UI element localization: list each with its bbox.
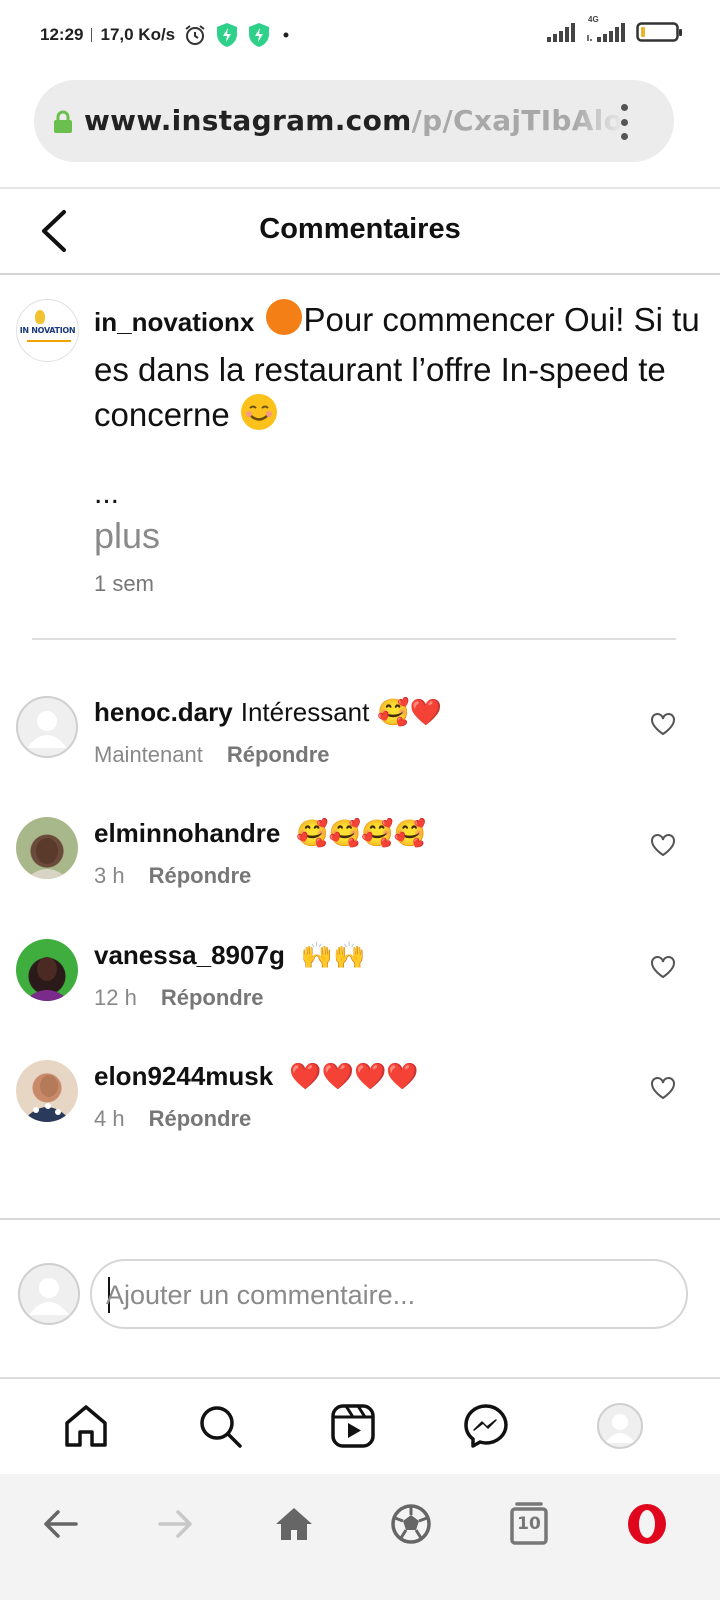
home-icon[interactable] [270, 1500, 318, 1548]
comment-meta: Maintenant Répondre [94, 742, 330, 768]
network-label: 4G [588, 15, 599, 24]
reply-button[interactable]: Répondre [149, 863, 252, 889]
reply-button[interactable]: Répondre [227, 742, 330, 768]
comment-username[interactable]: elon9244musk [94, 1061, 273, 1092]
comment-meta: 3 h Répondre [94, 863, 251, 889]
comment-text: vanessa_8907g 🙌🙌 [94, 940, 366, 971]
divider [0, 1377, 720, 1379]
instagram-bottom-nav [0, 1380, 720, 1472]
divider [0, 273, 720, 275]
status-separator [91, 28, 93, 42]
comment-text: elminnohandre 🥰🥰🥰🥰 [94, 818, 426, 849]
caption-ellipsis: ... [94, 477, 120, 510]
comment-username[interactable]: henoc.dary [94, 697, 233, 728]
signal-icon: 4G [586, 15, 626, 43]
alarm-icon [183, 23, 207, 47]
forward-arrow-icon[interactable] [152, 1500, 200, 1548]
status-left: 12:29 17,0 Ko/s [40, 22, 293, 48]
more-link[interactable]: plus [94, 515, 160, 557]
caption-timestamp: 1 sem [94, 571, 154, 596]
comment-input-container[interactable] [90, 1259, 688, 1329]
heart-icon[interactable] [650, 1076, 676, 1100]
avatar[interactable] [16, 696, 78, 758]
comment-time: 3 h [94, 863, 125, 888]
heart-icon[interactable] [650, 712, 676, 736]
status-right: 4G [546, 15, 684, 44]
heart-icon[interactable] [650, 955, 676, 979]
comment-emojis: 🥰🥰🥰🥰 [296, 818, 426, 848]
smiling-face-icon [239, 392, 279, 443]
profile-tab[interactable] [596, 1402, 644, 1450]
comment-time: 4 h [94, 1106, 125, 1131]
comment-emojis: 🙌🙌 [300, 940, 366, 970]
shield-icon [247, 22, 271, 48]
dot-icon [279, 28, 293, 42]
comment-emojis: ❤️❤️❤️❤️ [289, 1061, 419, 1091]
status-bar: 12:29 17,0 Ko/s 4G [0, 0, 720, 66]
comment-item: elon9244musk ❤️❤️❤️❤️ 4 h Répondre [0, 1060, 720, 1170]
comment-text: henoc.dary Intéressant 🥰❤️ [94, 697, 442, 728]
messenger-icon[interactable] [462, 1402, 510, 1450]
comment-input[interactable] [106, 1273, 666, 1317]
caption-username[interactable]: in_novationx [94, 307, 254, 337]
reply-button[interactable]: Répondre [161, 985, 264, 1011]
comment-text: elon9244musk ❤️❤️❤️❤️ [94, 1061, 419, 1092]
comment-item: henoc.dary Intéressant 🥰❤️ Maintenant Ré… [0, 696, 720, 806]
comment-body: Intéressant [240, 697, 370, 727]
avatar [597, 1403, 643, 1449]
more-options-icon[interactable] [616, 104, 632, 140]
comment-meta: 12 h Répondre [94, 985, 264, 1011]
comment-meta: 4 h Répondre [94, 1106, 251, 1132]
page-title: Commentaires [259, 213, 461, 245]
url-text[interactable]: www.instagram.com/p/CxajTIbAloq [84, 104, 624, 140]
comment-time: Maintenant [94, 742, 203, 767]
back-arrow-icon[interactable] [36, 1500, 84, 1548]
divider [0, 187, 720, 189]
avatar[interactable]: IN NOVATION [16, 299, 79, 362]
reply-button[interactable]: Répondre [149, 1106, 252, 1132]
address-bar[interactable]: www.instagram.com/p/CxajTIbAloq [34, 80, 674, 162]
reels-icon[interactable] [329, 1402, 377, 1450]
page-header: Commentaires [0, 190, 720, 274]
comment-item: vanessa_8907g 🙌🙌 12 h Répondre [0, 939, 720, 1049]
status-time: 12:29 [40, 25, 84, 44]
tab-count: 10 [517, 1514, 541, 1534]
lock-icon [52, 110, 74, 139]
home-icon[interactable] [62, 1402, 110, 1450]
search-icon[interactable] [196, 1402, 244, 1450]
avatar[interactable] [16, 1060, 78, 1122]
orange-circle-icon [264, 297, 304, 348]
comment-username[interactable]: elminnohandre [94, 818, 280, 849]
comment-item: elminnohandre 🥰🥰🥰🥰 3 h Répondre [0, 817, 720, 927]
avatar [18, 1263, 80, 1325]
comment-emojis: 🥰❤️ [377, 697, 443, 727]
divider [0, 1218, 720, 1220]
url-host: www.instagram.com [84, 104, 412, 137]
opera-menu-icon[interactable] [623, 1500, 671, 1548]
battery-icon [636, 20, 684, 44]
logo-underline [27, 340, 71, 342]
heart-icon[interactable] [650, 833, 676, 857]
shield-icon [215, 22, 239, 48]
avatar-logo-text: IN NOVATION [19, 326, 76, 335]
browser-bottom-nav: 10 [0, 1474, 720, 1600]
comment-time: 12 h [94, 985, 137, 1010]
signal-icon [546, 21, 576, 43]
caption-text: in_novationx Pour commencer Oui! Si tu e… [94, 297, 706, 443]
avatar[interactable] [16, 939, 78, 1001]
soccer-ball-icon[interactable] [387, 1500, 435, 1548]
comment-username[interactable]: vanessa_8907g [94, 940, 285, 971]
status-speed: 17,0 Ko/s [100, 25, 176, 44]
tabs-button[interactable]: 10 [505, 1500, 553, 1548]
divider [32, 638, 676, 640]
bulb-icon [35, 310, 45, 324]
avatar[interactable] [16, 817, 78, 879]
